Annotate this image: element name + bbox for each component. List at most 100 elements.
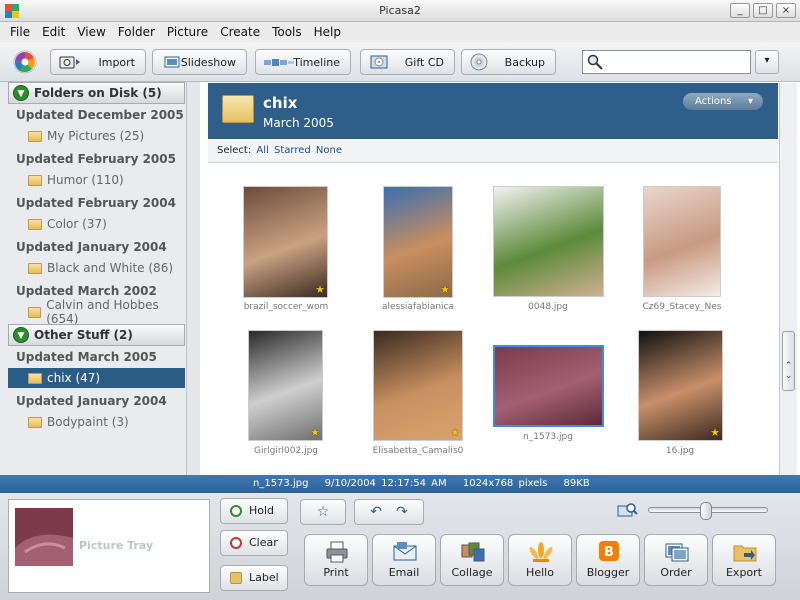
clear-button[interactable]: Clear	[220, 530, 288, 556]
status-filename: n_1573.jpg	[253, 478, 309, 489]
status-filesize: 89KB	[563, 478, 590, 489]
photo-thumbnail[interactable]	[493, 186, 604, 297]
export-button[interactable]: Export	[712, 534, 776, 586]
blogger-button[interactable]: B Blogger	[576, 534, 640, 586]
menu-view[interactable]: View	[71, 25, 111, 39]
menu-help[interactable]: Help	[308, 25, 347, 39]
folder-calvin-and-hobbes[interactable]: Calvin and Hobbes (654)	[8, 298, 185, 326]
photo-thumbnail[interactable]	[493, 345, 604, 427]
photo-thumbnail[interactable]: ★	[383, 186, 453, 298]
collage-icon	[461, 542, 485, 562]
section-title: Folders on Disk (5)	[34, 86, 162, 100]
maximize-button[interactable]: □	[753, 3, 773, 18]
photo-thumbnail[interactable]: ★	[243, 186, 328, 298]
collage-button[interactable]: Collage	[440, 534, 504, 586]
select-label: Select:	[217, 145, 252, 156]
photo-filename: alessiafabianica	[381, 302, 455, 312]
close-button[interactable]: ×	[776, 3, 796, 18]
picasa-logo-icon[interactable]	[13, 50, 37, 74]
menu-picture[interactable]: Picture	[161, 25, 214, 39]
tray-thumbnail[interactable]	[15, 508, 73, 566]
picture-tray[interactable]: Picture Tray	[8, 499, 210, 593]
menu-create[interactable]: Create	[214, 25, 266, 39]
status-datetime: 9/10/2004 12:17:54 AM	[324, 478, 447, 489]
menu-edit[interactable]: Edit	[36, 25, 71, 39]
section-folders-on-disk[interactable]: ▼ Folders on Disk (5)	[8, 82, 185, 104]
photo-filename: brazil_soccer_wom	[243, 302, 329, 312]
folder-humor[interactable]: Humor (110)	[8, 170, 185, 190]
photo-thumbnail[interactable]: ★	[638, 330, 723, 441]
library-scrollbar[interactable]: ⌃ ⌄	[779, 83, 797, 475]
select-all-link[interactable]: All	[256, 145, 268, 156]
album-header: chix March 2005 Actions ▾	[208, 83, 778, 139]
search-icon	[587, 54, 603, 70]
folder-color[interactable]: Color (37)	[8, 214, 185, 234]
star-icon: ★	[710, 426, 720, 439]
folder-my-pictures[interactable]: My Pictures (25)	[8, 126, 185, 146]
photo-filename: 16.jpg	[665, 446, 695, 456]
group-heading: Updated January 2004	[16, 240, 167, 254]
photo-thumbnail[interactable]: ★	[248, 330, 323, 441]
rotate-right-icon[interactable]: ↷	[396, 504, 408, 520]
star-icon: ★	[310, 426, 320, 439]
gift-cd-button[interactable]: Gift CD	[360, 49, 455, 75]
folder-icon	[28, 130, 42, 142]
export-folder-icon	[733, 545, 757, 562]
label-icon	[230, 572, 242, 584]
star-icon: ★	[315, 283, 325, 296]
zoom-slider-knob[interactable]	[700, 502, 712, 520]
menu-file[interactable]: File	[4, 25, 36, 39]
zoom-slider[interactable]	[648, 502, 768, 520]
star-button[interactable]: ☆	[300, 499, 346, 525]
svg-text:B: B	[604, 545, 614, 560]
folder-icon	[28, 306, 42, 318]
label-button[interactable]: Label	[220, 565, 288, 591]
collapse-arrow-icon[interactable]: ▼	[13, 85, 29, 101]
photo-filename: Elisabetta_Camalis0	[372, 446, 464, 456]
backup-button[interactable]: Backup	[461, 49, 556, 75]
slideshow-button[interactable]: Slideshow	[152, 49, 247, 75]
menu-folder[interactable]: Folder	[112, 25, 161, 39]
timeline-button[interactable]: Timeline	[255, 49, 351, 75]
email-icon	[393, 542, 417, 561]
search-dropdown-button[interactable]: ▾	[755, 50, 779, 74]
rotate-left-icon[interactable]: ↶	[370, 504, 382, 520]
folder-bodypaint[interactable]: Bodypaint (3)	[8, 412, 185, 432]
section-title: Other Stuff (2)	[34, 328, 133, 342]
photo-thumbnail[interactable]	[643, 186, 721, 297]
photo-filename: Girlgirl002.jpg	[253, 446, 319, 456]
sidebar-scrollbar[interactable]	[186, 82, 200, 475]
folder-chix[interactable]: chix (47)	[8, 368, 185, 388]
minimize-button[interactable]: _	[730, 3, 750, 18]
folder-black-and-white[interactable]: Black and White (86)	[8, 258, 185, 278]
menu-bar: File Edit View Folder Picture Create Too…	[0, 22, 800, 42]
hello-button[interactable]: Hello	[508, 534, 572, 586]
group-heading: Updated February 2005	[16, 152, 176, 166]
actions-button[interactable]: Actions ▾	[683, 93, 763, 110]
import-button[interactable]: Import	[50, 49, 146, 75]
printer-icon	[326, 541, 348, 563]
email-button[interactable]: Email	[372, 534, 436, 586]
scroll-down-icon[interactable]: ⌄	[782, 371, 795, 385]
group-heading: Updated February 2004	[16, 196, 176, 210]
picture-tray-label: Picture Tray	[79, 539, 154, 552]
hello-icon	[529, 542, 553, 562]
select-none-link[interactable]: None	[316, 145, 342, 156]
photo-thumbnail[interactable]: ★	[373, 330, 463, 441]
chevron-down-icon: ▾	[747, 96, 753, 107]
hold-icon	[230, 505, 242, 517]
window-title: Picasa2	[379, 4, 421, 17]
hold-button[interactable]: Hold	[220, 498, 288, 524]
select-starred-link[interactable]: Starred	[274, 145, 311, 156]
search-box[interactable]	[582, 50, 751, 74]
order-button[interactable]: Order	[644, 534, 708, 586]
search-input[interactable]	[607, 53, 747, 71]
section-other-stuff[interactable]: ▼ Other Stuff (2)	[8, 324, 185, 346]
menu-tools[interactable]: Tools	[266, 25, 308, 39]
folder-icon	[28, 174, 42, 186]
star-icon: ☆	[316, 504, 330, 520]
print-button[interactable]: Print	[304, 534, 368, 586]
collapse-arrow-icon[interactable]: ▼	[13, 327, 29, 343]
folder-icon	[222, 95, 254, 123]
photo-filename: 0048.jpg	[528, 302, 568, 312]
